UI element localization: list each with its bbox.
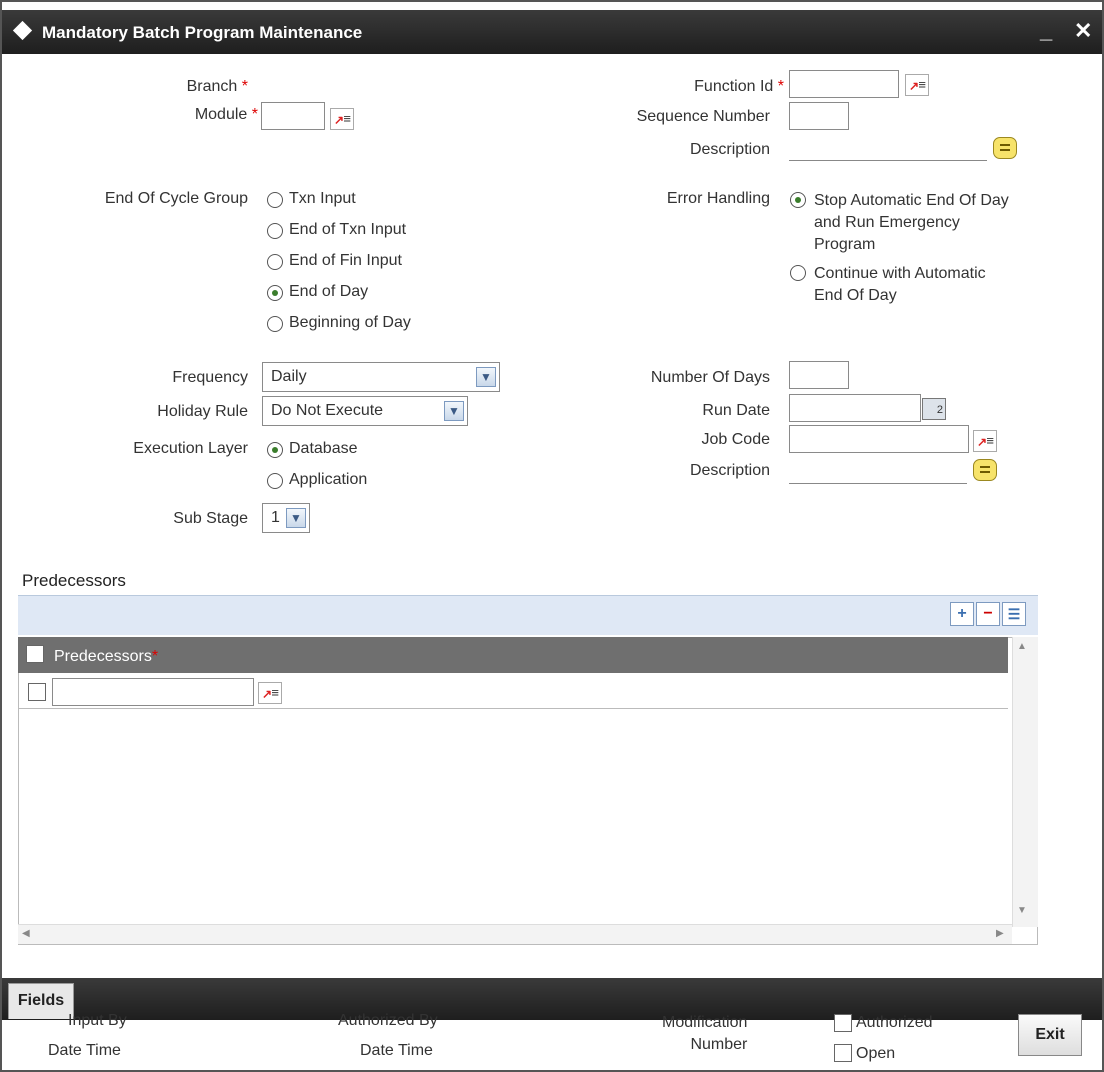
radio-beginning-of-day[interactable]	[267, 316, 283, 332]
branch-label: Branch *	[186, 78, 248, 95]
number-of-days-input[interactable]	[789, 361, 849, 389]
description2-edit-icon[interactable]	[973, 459, 997, 481]
predecessors-grid-header: Predecessors*	[18, 637, 1008, 673]
holiday-rule-select[interactable]: Do Not Execute ▼	[262, 396, 468, 426]
chevron-down-icon: ▼	[444, 401, 464, 421]
app-diamond-icon	[12, 20, 33, 41]
table-row: ↗ ≡	[18, 675, 1008, 709]
sequence-number-label: Sequence Number	[636, 108, 770, 125]
radio-continue-automatic-eod-label: Continue with Automatic End Of Day	[814, 265, 986, 304]
select-all-checkbox[interactable]	[26, 645, 44, 663]
description2-label: Description	[689, 462, 770, 479]
scroll-down-icon[interactable]: ▼	[1017, 905, 1027, 916]
description2-input[interactable]	[789, 483, 967, 484]
row-checkbox[interactable]	[28, 683, 46, 701]
chevron-down-icon: ▼	[286, 508, 306, 528]
fields-tab[interactable]: Fields	[8, 983, 74, 1019]
modification-number-label: Modification Number	[662, 1014, 748, 1053]
horizontal-scrollbar[interactable]: ◀ ▶	[18, 924, 1012, 944]
radio-stop-automatic-eod[interactable]	[790, 192, 806, 208]
description-edit-icon[interactable]	[993, 137, 1017, 159]
radio-end-of-day-label: End of Day	[289, 283, 369, 300]
exit-button[interactable]: Exit	[1018, 1014, 1082, 1056]
delete-row-button[interactable]: −	[976, 602, 1000, 626]
radio-database-label: Database	[289, 440, 358, 457]
holiday-rule-value: Do Not Execute	[271, 402, 384, 419]
job-code-input[interactable]	[789, 425, 969, 453]
radio-end-of-txn-input[interactable]	[267, 223, 283, 239]
radio-txn-input-label: Txn Input	[289, 190, 356, 207]
frequency-label: Frequency	[172, 369, 248, 386]
predecessors-toolbar: + − ☰	[18, 595, 1038, 635]
radio-database[interactable]	[267, 442, 283, 458]
sub-stage-select[interactable]: 1 ▼	[262, 503, 310, 533]
chevron-down-icon: ▼	[476, 367, 496, 387]
predecessor-lov-icon[interactable]: ↗ ≡	[258, 682, 282, 704]
holiday-rule-label: Holiday Rule	[157, 403, 248, 420]
radio-application[interactable]	[267, 473, 283, 489]
number-of-days-label: Number Of Days	[650, 369, 770, 386]
date-time-label-2: Date Time	[360, 1042, 433, 1059]
radio-stop-automatic-eod-label: Stop Automatic End Of Day and Run Emerge…	[814, 192, 1009, 253]
run-date-label: Run Date	[702, 402, 770, 419]
sub-stage-label: Sub Stage	[173, 510, 248, 527]
radio-continue-automatic-eod[interactable]	[790, 265, 806, 281]
title-bar: Mandatory Batch Program Maintenance _ ✕	[2, 10, 1102, 54]
frequency-select[interactable]: Daily ▼	[262, 362, 500, 392]
vertical-scrollbar[interactable]: ▲ ▼	[1012, 637, 1038, 927]
scroll-right-icon[interactable]: ▶	[996, 928, 1004, 939]
radio-end-of-fin-input-label: End of Fin Input	[289, 252, 402, 269]
calendar-icon[interactable]: 2	[922, 398, 946, 420]
scroll-left-icon[interactable]: ◀	[22, 928, 30, 939]
function-id-input[interactable]	[789, 70, 899, 98]
date-time-label-1: Date Time	[48, 1042, 121, 1059]
window-title: Mandatory Batch Program Maintenance	[42, 23, 363, 42]
module-input[interactable]	[261, 102, 325, 130]
module-label: Module *	[194, 106, 258, 123]
job-code-lov-icon[interactable]: ↗ ≡	[973, 430, 997, 452]
input-by-label: Input By	[68, 1012, 127, 1029]
close-button[interactable]: ✕	[1074, 18, 1092, 44]
predecessor-input[interactable]	[52, 678, 254, 706]
authorized-checkbox[interactable]	[834, 1014, 852, 1032]
open-checkbox[interactable]	[834, 1044, 852, 1062]
radio-end-of-fin-input[interactable]	[267, 254, 283, 270]
view-rows-button[interactable]: ☰	[1002, 602, 1026, 626]
predecessors-section-title: Predecessors	[22, 571, 126, 590]
radio-application-label: Application	[289, 471, 368, 488]
minimize-button[interactable]: _	[1040, 18, 1052, 44]
error-handling-label: Error Handling	[666, 190, 770, 207]
sub-stage-value: 1	[271, 509, 280, 526]
sequence-number-input[interactable]	[789, 102, 849, 130]
description-input[interactable]	[789, 160, 987, 161]
fields-bar	[2, 978, 1102, 1020]
description-label: Description	[689, 141, 770, 158]
add-row-button[interactable]: +	[950, 602, 974, 626]
function-id-lov-icon[interactable]: ↗ ≡	[905, 74, 929, 96]
authorized-label: Authorized	[856, 1014, 933, 1031]
open-label: Open	[856, 1045, 896, 1062]
execution-layer-label: Execution Layer	[133, 440, 248, 457]
radio-end-of-txn-input-label: End of Txn Input	[289, 221, 407, 238]
end-of-cycle-group-label: End Of Cycle Group	[104, 190, 248, 207]
job-code-label: Job Code	[701, 431, 771, 448]
radio-beginning-of-day-label: Beginning of Day	[289, 314, 411, 331]
function-id-label: Function Id *	[694, 78, 784, 95]
authorized-by-label: Authorized By	[338, 1012, 438, 1029]
module-lov-icon[interactable]: ↗ ≡	[330, 108, 354, 130]
audit-footer	[2, 1020, 1102, 1070]
radio-end-of-day[interactable]	[267, 285, 283, 301]
predecessors-column-header: Predecessors*	[54, 648, 159, 665]
frequency-value: Daily	[271, 368, 307, 385]
radio-txn-input[interactable]	[267, 192, 283, 208]
scroll-up-icon[interactable]: ▲	[1017, 641, 1027, 652]
run-date-input[interactable]	[789, 394, 921, 422]
